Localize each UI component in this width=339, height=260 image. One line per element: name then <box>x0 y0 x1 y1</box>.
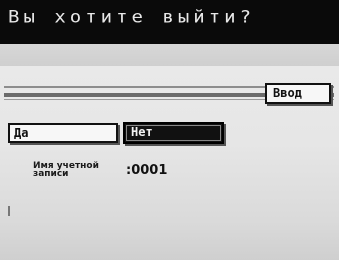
no-button[interactable]: Нет <box>123 122 224 144</box>
account-name-label: Имя учетной записи <box>33 161 99 179</box>
logout-confirm-screen: Вы хотите выйти? Ввод Да Нет Имя учетной… <box>0 0 339 260</box>
left-edge-mark <box>8 206 10 216</box>
enter-button[interactable]: Ввод <box>265 83 331 104</box>
yes-button[interactable]: Да <box>8 123 118 143</box>
title-bar: Вы хотите выйти? <box>0 0 339 44</box>
account-number-value: :0001 <box>126 163 168 178</box>
secondary-header-band <box>0 44 339 66</box>
dialog-title: Вы хотите выйти? <box>8 7 256 27</box>
